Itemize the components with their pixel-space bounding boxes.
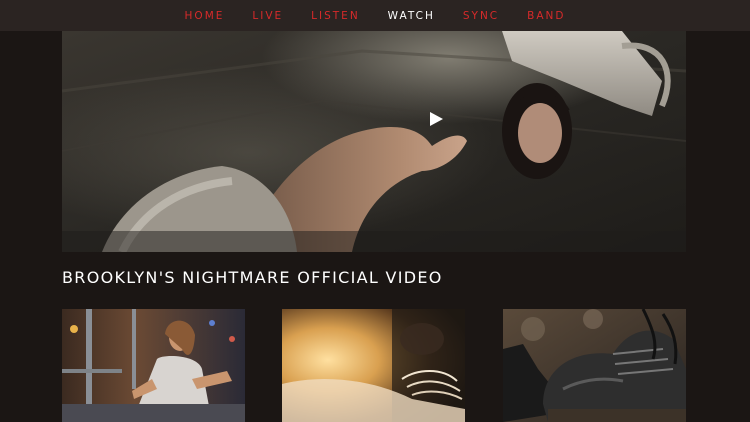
watch-page: HOME LIVE LISTEN WATCH SYNC BAND BROOKLY…: [0, 0, 750, 422]
play-icon: [430, 112, 443, 126]
video-thumbnail-1[interactable]: [62, 309, 245, 422]
nav-link-band[interactable]: BAND: [527, 10, 565, 22]
video-thumbnail-2[interactable]: [282, 309, 465, 422]
nav-link-listen[interactable]: LISTEN: [311, 10, 360, 22]
nav-link-sync[interactable]: SYNC: [463, 10, 499, 22]
main-video-player[interactable]: [62, 31, 686, 252]
video-title: BROOKLYN'S NIGHTMARE OFFICIAL VIDEO: [62, 268, 443, 287]
nav-link-live[interactable]: LIVE: [252, 10, 283, 22]
top-navigation: HOME LIVE LISTEN WATCH SYNC BAND: [0, 0, 750, 31]
video-thumbnail-3[interactable]: [503, 309, 686, 422]
video-frame: [62, 31, 686, 252]
nav-link-watch[interactable]: WATCH: [388, 10, 435, 22]
nav-link-home[interactable]: HOME: [185, 10, 225, 22]
play-button[interactable]: [428, 111, 444, 127]
